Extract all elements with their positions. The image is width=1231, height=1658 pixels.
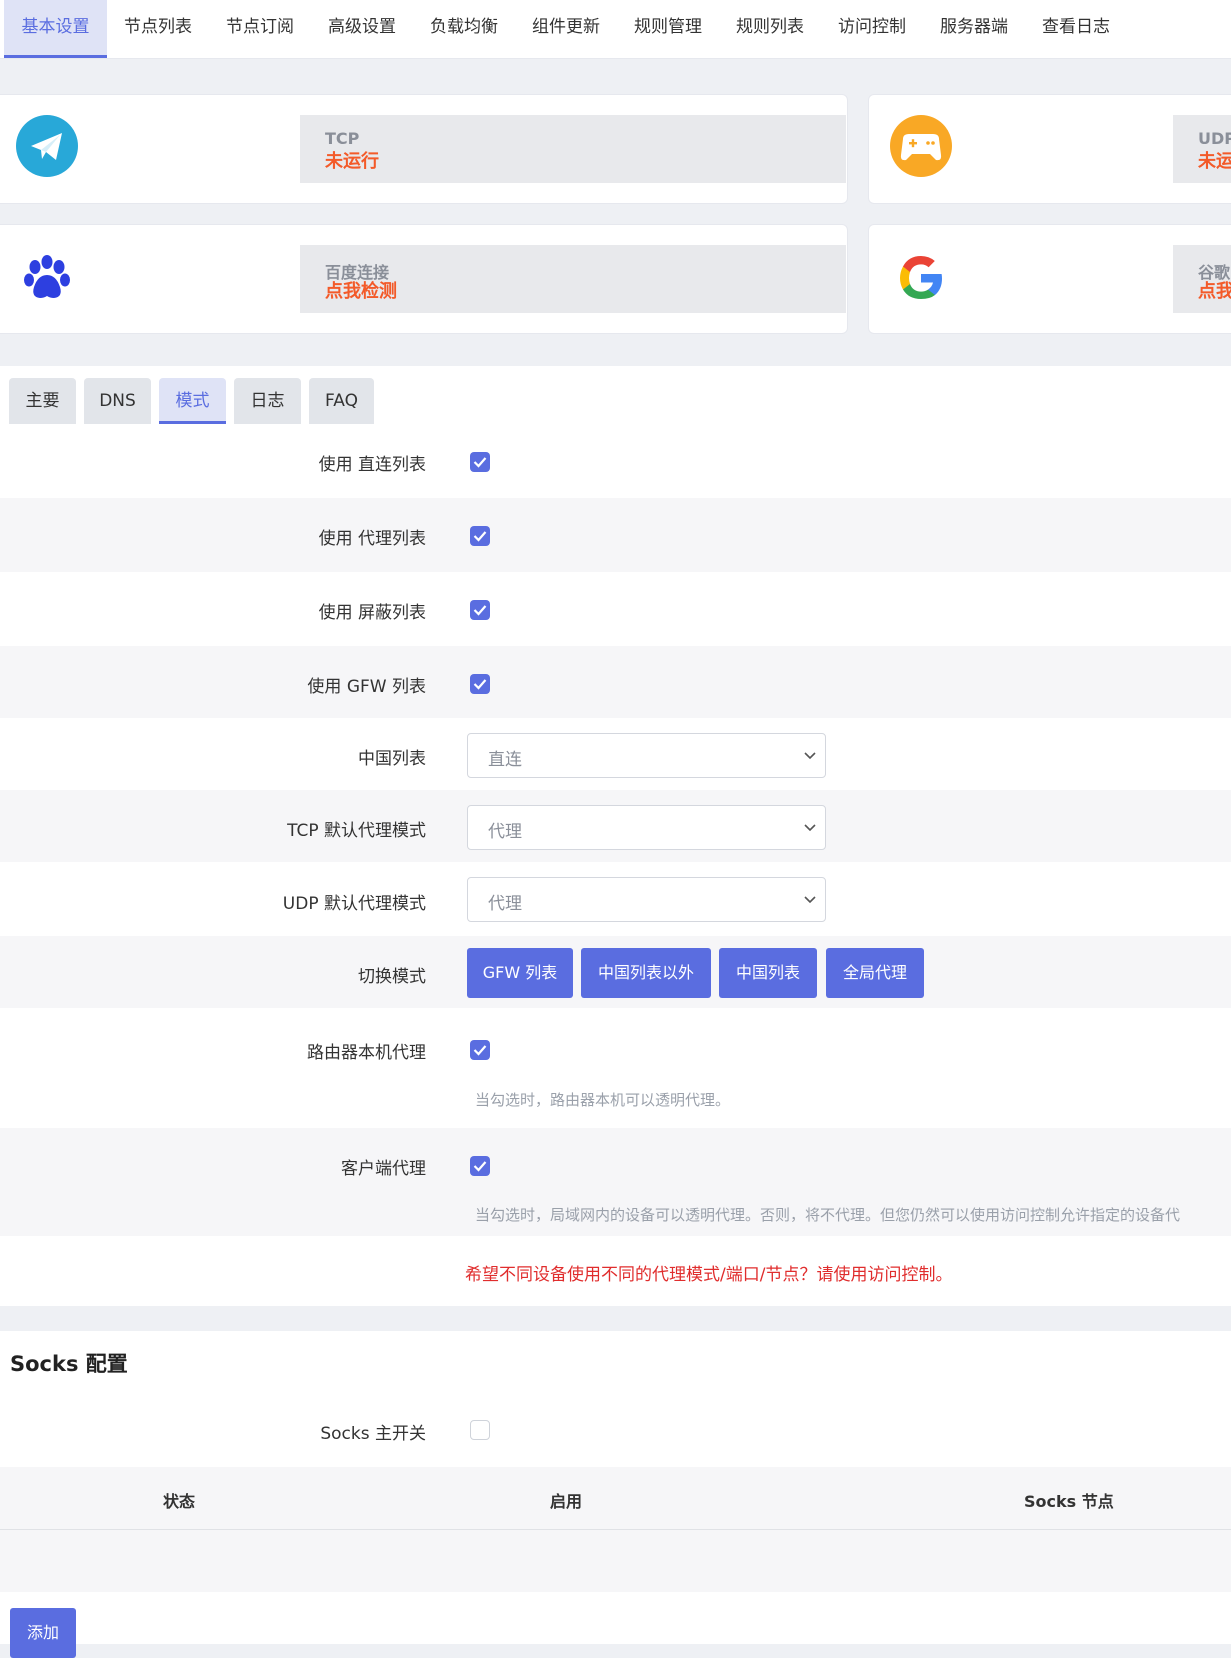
google-check-link[interactable]: 点我 [1198,277,1231,303]
row-proxy-list: 使用 代理列表 [0,498,1231,572]
block-list-checkbox[interactable] [470,600,490,620]
baidu-status-box[interactable]: 百度连接 点我检测 [300,245,846,313]
row-acl-tip: 希望不同设备使用不同的代理模式/端口/节点？请使用访问控制。 [0,1236,1231,1306]
switch-outside-china-button[interactable]: 中国列表以外 [581,948,711,998]
nav-server[interactable]: 服务器端 [929,0,1019,58]
client-proxy-checkbox[interactable] [470,1156,490,1176]
udp-status-box: UDP 未运 [1173,115,1231,183]
col-status: 状态 [163,1492,196,1511]
row-direct-list: 使用 直连列表 [0,424,1231,498]
router-proxy-checkbox[interactable] [470,1040,490,1060]
row-gfw-list: 使用 GFW 列表 [0,646,1231,718]
switch-mode-label: 切换模式 [358,967,426,987]
tab-mode[interactable]: 模式 [159,378,226,424]
row-client-proxy: 客户端代理 当勾选时，局域网内的设备可以透明代理。否则，将不代理。但您仍然可以使… [0,1128,1231,1236]
baidu-status-card[interactable]: 百度连接 点我检测 [0,224,848,334]
tcp-status-title: TCP [325,129,360,148]
china-list-label: 中国列表 [358,749,426,769]
gfw-list-checkbox[interactable] [470,674,490,694]
china-list-select[interactable]: 直连 [467,733,826,778]
top-nav: 基本设置 节点列表 节点订阅 高级设置 负载均衡 组件更新 规则管理 规则列表 … [0,0,1231,59]
nav-rule-manage[interactable]: 规则管理 [623,0,713,58]
nav-rule-list[interactable]: 规则列表 [725,0,815,58]
tcp-status-value: 未运行 [325,151,379,172]
row-switch-mode: 切换模式 GFW 列表 中国列表以外 中国列表 全局代理 [0,936,1231,1008]
gfw-list-label: 使用 GFW 列表 [307,677,426,697]
google-status-box[interactable]: 谷歌 点我 [1173,245,1231,313]
nav-load-balance[interactable]: 负载均衡 [419,0,509,58]
row-udp-mode: UDP 默认代理模式 代理 [0,862,1231,936]
google-status-card[interactable]: 谷歌 点我 [868,224,1231,334]
nav-component-update[interactable]: 组件更新 [521,0,611,58]
socks-table-empty-row [0,1530,1231,1592]
udp-mode-value: 代理 [488,894,522,914]
google-icon [888,245,954,311]
row-china-list: 中国列表 直连 [0,718,1231,790]
router-proxy-label: 路由器本机代理 [307,1043,426,1063]
switch-global-button[interactable]: 全局代理 [826,948,924,998]
udp-status-value: 未运 [1198,151,1231,172]
add-socks-button[interactable]: 添加 [10,1608,76,1658]
nav-view-log[interactable]: 查看日志 [1031,0,1121,58]
tcp-status-card: TCP 未运行 [0,94,848,204]
acl-tip-link[interactable]: 希望不同设备使用不同的代理模式/端口/节点？请使用访问控制。 [465,1260,952,1285]
switch-china-list-button[interactable]: 中国列表 [719,948,817,998]
china-list-value: 直连 [488,750,522,770]
row-block-list: 使用 屏蔽列表 [0,572,1231,646]
client-proxy-hint: 当勾选时，局域网内的设备可以透明代理。否则，将不代理。但您仍然可以使用访问控制允… [475,1206,1181,1224]
udp-mode-label: UDP 默认代理模式 [282,894,426,914]
baidu-check-link[interactable]: 点我检测 [325,277,397,303]
socks-switch-checkbox[interactable] [470,1420,490,1440]
direct-list-checkbox[interactable] [470,452,490,472]
proxy-list-label: 使用 代理列表 [318,529,426,549]
direct-list-label: 使用 直连列表 [318,455,426,475]
gamepad-icon [890,115,952,177]
tcp-mode-value: 代理 [488,822,522,842]
col-socks-node: Socks 节点 [1024,1492,1114,1511]
tab-dns[interactable]: DNS [84,378,151,424]
tcp-mode-label: TCP 默认代理模式 [287,821,426,841]
nav-node-subscribe[interactable]: 节点订阅 [215,0,305,58]
nav-node-list[interactable]: 节点列表 [113,0,203,58]
router-proxy-hint: 当勾选时，路由器本机可以透明代理。 [475,1091,731,1109]
row-router-proxy: 路由器本机代理 当勾选时，路由器本机可以透明代理。 [0,1008,1231,1128]
switch-gfw-button[interactable]: GFW 列表 [467,948,573,998]
proxy-list-checkbox[interactable] [470,526,490,546]
client-proxy-label: 客户端代理 [341,1159,426,1179]
udp-status-card: UDP 未运 [868,94,1231,204]
nav-advanced[interactable]: 高级设置 [317,0,407,58]
chevron-down-icon [804,896,816,904]
nav-basic-settings[interactable]: 基本设置 [4,0,107,58]
socks-switch-label: Socks 主开关 [320,1424,426,1444]
tab-log[interactable]: 日志 [234,378,301,424]
tab-main[interactable]: 主要 [9,378,76,424]
nav-access-control[interactable]: 访问控制 [827,0,917,58]
col-enabled: 启用 [550,1492,583,1511]
chevron-down-icon [804,752,816,760]
tcp-mode-select[interactable]: 代理 [467,805,826,850]
chevron-down-icon [804,824,816,832]
tab-faq[interactable]: FAQ [309,378,374,424]
udp-status-title: UDP [1198,129,1231,148]
block-list-label: 使用 屏蔽列表 [318,603,426,623]
socks-title: Socks 配置 [10,1352,128,1376]
tcp-status-box: TCP 未运行 [300,115,846,183]
row-tcp-mode: TCP 默认代理模式 代理 [0,790,1231,862]
telegram-icon [16,115,78,177]
udp-mode-select[interactable]: 代理 [467,877,826,922]
paw-icon [16,247,78,309]
